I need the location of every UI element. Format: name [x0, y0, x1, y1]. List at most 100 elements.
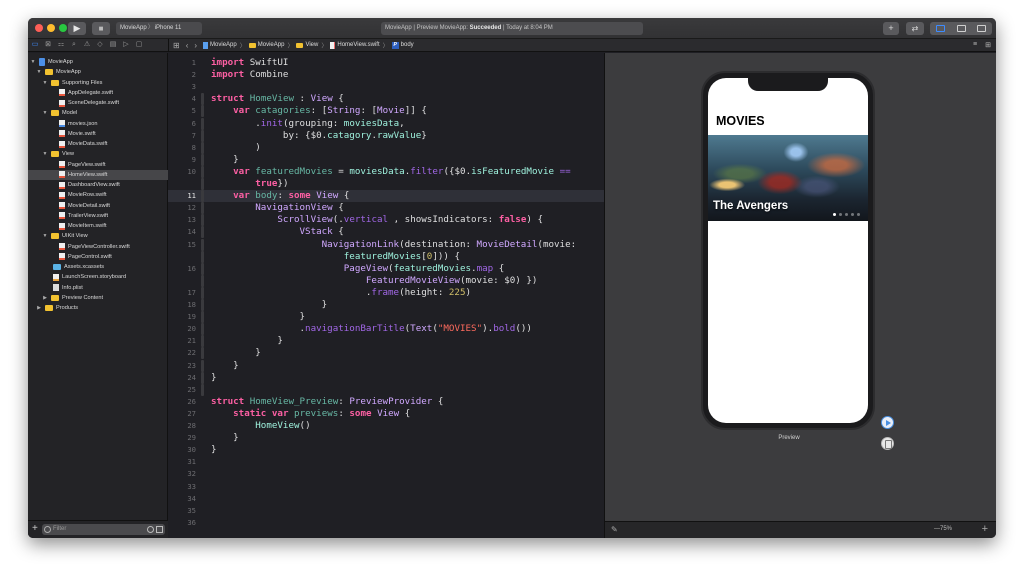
featured-movie-banner[interactable]: The Avengers — [708, 135, 868, 221]
code-line[interactable]: 20 .navigationBarTitle(Text("MOVIES").bo… — [168, 323, 604, 336]
code-fold-ribbon[interactable] — [201, 323, 204, 336]
code-fold-ribbon[interactable] — [201, 129, 204, 142]
code-fold-ribbon[interactable] — [201, 141, 204, 154]
code-fold-ribbon[interactable] — [201, 262, 204, 275]
code-line[interactable]: FeaturedMovieView(movie: $0) }) — [168, 274, 604, 287]
symbol-navigator-tab[interactable]: ⚏ — [57, 41, 65, 49]
line-number[interactable]: 2 — [168, 69, 196, 81]
zoom-window-button[interactable] — [59, 24, 67, 32]
code-fold-ribbon[interactable] — [201, 202, 204, 215]
tree-item[interactable]: ▼ UIKit View — [28, 231, 168, 241]
tree-item[interactable]: movies.json — [28, 119, 168, 129]
toggle-navigator-button[interactable] — [930, 22, 951, 35]
code-fold-ribbon[interactable] — [201, 214, 204, 227]
line-number[interactable]: 34 — [168, 493, 196, 505]
code-fold-ribbon[interactable] — [201, 105, 204, 118]
line-number[interactable]: 30 — [168, 444, 196, 456]
code-fold-ribbon[interactable] — [201, 238, 204, 251]
related-items-icon[interactable]: ⊞ — [173, 41, 180, 50]
line-number[interactable]: 19 — [168, 311, 196, 323]
test-navigator-tab[interactable]: ◇ — [96, 41, 104, 49]
breadcrumb-view-folder[interactable]: View — [296, 42, 318, 48]
code-line[interactable]: 2 import Combine — [168, 69, 604, 81]
line-number[interactable]: 6 — [168, 118, 196, 130]
toggle-inspector-button[interactable] — [971, 22, 992, 35]
line-number[interactable]: 32 — [168, 468, 196, 480]
code-fold-ribbon[interactable] — [201, 93, 204, 106]
code-line[interactable]: 13 ScrollView(.vertical , showsIndicator… — [168, 214, 604, 227]
breadcrumb-file[interactable]: HomeView.swift — [330, 41, 380, 49]
code-line[interactable]: 34 — [168, 493, 604, 505]
page-dot[interactable] — [845, 213, 848, 216]
code-line[interactable]: 1 import SwiftUI — [168, 57, 604, 69]
line-number[interactable]: 35 — [168, 505, 196, 517]
debug-navigator-tab[interactable]: ▤ — [109, 41, 117, 49]
line-number[interactable]: 1 — [168, 57, 196, 69]
tree-item[interactable]: LaunchScreen.storyboard — [28, 272, 168, 282]
code-fold-ribbon[interactable] — [201, 153, 204, 166]
code-line[interactable]: 4 struct HomeView : View { — [168, 93, 604, 106]
page-dot[interactable] — [839, 213, 842, 216]
code-line[interactable]: 35 — [168, 505, 604, 517]
live-preview-button[interactable] — [881, 416, 894, 429]
code-line[interactable]: 3 — [168, 81, 604, 93]
line-number[interactable]: 7 — [168, 130, 196, 142]
find-navigator-tab[interactable]: ⌕ — [70, 41, 78, 49]
code-fold-ribbon[interactable] — [201, 347, 204, 360]
code-line[interactable]: 7 by: {$0.catagory.rawValue} — [168, 129, 604, 142]
code-line[interactable]: 33 — [168, 481, 604, 493]
tree-item[interactable]: ▼ Supporting Files — [28, 78, 168, 88]
code-line[interactable]: 31 — [168, 456, 604, 468]
code-line[interactable]: 24} — [168, 371, 604, 384]
line-number[interactable]: 36 — [168, 517, 196, 529]
code-line[interactable]: 11 var body: some View { — [168, 190, 604, 203]
disclosure-open-icon[interactable]: ▼ — [42, 78, 48, 88]
line-number[interactable]: 21 — [168, 335, 196, 347]
source-control-tab[interactable]: ⊠ — [44, 41, 52, 49]
code-fold-ribbon[interactable] — [201, 335, 204, 348]
project-navigator-tab[interactable]: ▭ — [31, 41, 39, 49]
code-line[interactable]: 14 VStack { — [168, 226, 604, 239]
zoom-level[interactable]: —75% — [934, 526, 952, 532]
add-file-button[interactable]: + — [32, 524, 38, 534]
toggle-debug-button[interactable] — [951, 22, 972, 35]
breakpoint-navigator-tab[interactable]: ▷ — [122, 41, 130, 49]
code-line[interactable]: 12 NavigationView { — [168, 202, 604, 215]
code-line[interactable]: 17 .frame(height: 225) — [168, 286, 604, 299]
code-fold-ribbon[interactable] — [201, 226, 204, 239]
code-review-button[interactable]: ⇄ — [906, 22, 924, 35]
recent-files-icon[interactable] — [147, 526, 154, 533]
tree-item[interactable]: Assets.xcassets — [28, 262, 168, 272]
code-fold-ribbon[interactable] — [201, 359, 204, 372]
code-fold-ribbon[interactable] — [201, 190, 204, 203]
line-number[interactable]: 31 — [168, 456, 196, 468]
library-button[interactable]: + — [883, 22, 899, 35]
source-control-filter-icon[interactable] — [156, 526, 163, 533]
tree-item[interactable]: HomeView.swift — [28, 169, 168, 180]
code-fold-ribbon[interactable] — [201, 250, 204, 263]
zoom-in-button[interactable]: + — [982, 523, 988, 535]
tree-item[interactable]: ▶ Preview Content — [28, 293, 168, 303]
line-number[interactable]: 17 — [168, 287, 196, 299]
tree-item[interactable]: PageControl.swift — [28, 252, 168, 262]
code-fold-ribbon[interactable] — [201, 178, 204, 190]
code-line[interactable]: 22 } — [168, 347, 604, 360]
disclosure-closed-icon[interactable]: ▶ — [36, 303, 42, 313]
add-editor-icon[interactable]: ⊞ — [985, 41, 991, 49]
code-line[interactable]: 28 HomeView() — [168, 420, 604, 432]
pin-icon[interactable]: ✎ — [611, 525, 618, 534]
tree-item[interactable]: DashboardView.swift — [28, 180, 168, 190]
tree-item[interactable]: ▼ MovieApp — [28, 57, 168, 67]
page-dot[interactable] — [833, 213, 836, 216]
code-line[interactable]: 16 PageView(featuredMovies.map { — [168, 262, 604, 275]
code-fold-ribbon[interactable] — [201, 286, 204, 299]
line-number[interactable]: 4 — [168, 93, 196, 105]
code-line[interactable]: 30} — [168, 444, 604, 456]
tree-item[interactable]: MovieRow.swift — [28, 190, 168, 200]
tree-item[interactable]: AppDelegate.swift — [28, 88, 168, 98]
disclosure-open-icon[interactable]: ▼ — [42, 108, 48, 118]
disclosure-closed-icon[interactable]: ▶ — [42, 293, 48, 303]
scheme-selector[interactable]: MovieApp〉iPhone 11 — [116, 22, 202, 35]
tree-item[interactable]: Info.plist — [28, 283, 168, 293]
breadcrumb-project[interactable]: MovieApp — [203, 41, 237, 49]
